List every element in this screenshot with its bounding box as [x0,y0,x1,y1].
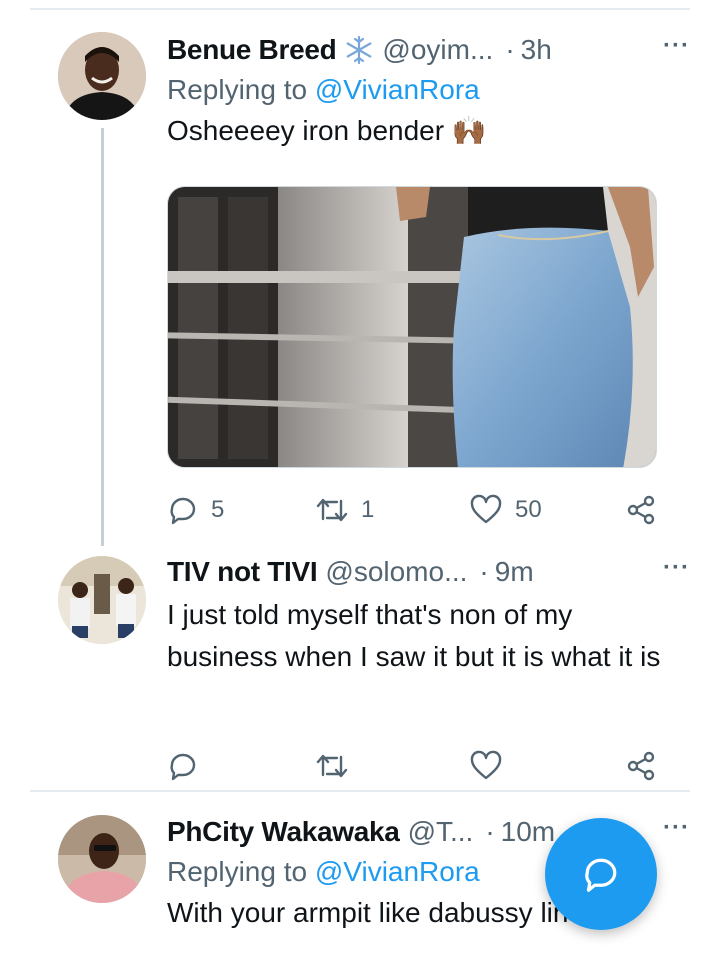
tweet-content: TIV not TIVI @solomo... · 9m ··· I just … [167,554,690,781]
replying-to: Replying to @VivianRora [167,72,690,108]
like-button[interactable] [469,748,503,784]
more-options-button[interactable]: ··· [663,814,690,842]
reply-mention-link[interactable]: @VivianRora [315,856,480,887]
replying-to-label: Replying to [167,856,308,887]
tweet-image[interactable] [167,186,657,468]
thread-line [101,128,104,546]
replying-to-label: Replying to [167,74,308,105]
tweet-tiv-not-tivi[interactable]: TIV not TIVI @solomo... · 9m ··· I just … [0,548,720,788]
share-button[interactable] [625,492,657,528]
retweet-icon [316,754,348,778]
tweet-header: Benue Breed @oyim... · 3h [167,32,690,68]
more-options-button[interactable]: ··· [663,32,690,60]
display-name[interactable]: TIV not TIVI [167,554,318,590]
handle[interactable]: @T... [408,814,474,850]
timestamp[interactable]: 10m [501,814,555,850]
reply-button[interactable] [167,748,199,784]
tweet-content: Benue Breed @oyim... · 3h ··· Replying t… [167,32,690,525]
like-button[interactable]: 50 [469,492,542,528]
display-name[interactable]: Benue Breed [167,32,337,68]
reply-mention-link[interactable]: @VivianRora [315,74,480,105]
heart-icon [470,750,502,780]
avatar-photo [58,815,146,903]
more-options-button[interactable]: ··· [663,554,690,582]
tweet-photo [168,187,656,467]
handle[interactable]: @oyim... [382,32,493,68]
like-count: 50 [515,496,542,523]
reply-icon [170,497,196,525]
tweet-actions: 5 1 50 [167,492,667,528]
avatar-photo [58,556,146,644]
retweet-button[interactable]: 1 [315,492,374,528]
reply-icon [170,753,196,781]
separator-dot: · [485,816,495,847]
separator-dot: · [479,556,489,587]
tweet-actions [167,748,667,784]
tweet-header: TIV not TIVI @solomo... · 9m [167,554,690,590]
share-icon [627,751,655,781]
retweet-count: 1 [361,496,375,523]
heart-icon [470,494,502,524]
timestamp[interactable]: 9m [495,554,534,590]
tweet-text: Osheeeey iron bender 🙌🏾 [167,115,487,146]
avatar[interactable] [58,556,146,644]
compose-reply-icon [585,858,617,892]
handle[interactable]: @solomo... [325,554,467,590]
compose-reply-button[interactable] [545,818,657,930]
tweet-divider [30,790,690,792]
snowflake-icon [344,35,374,65]
avatar[interactable] [58,815,146,903]
separator-dot: · [505,34,515,65]
timestamp[interactable]: 3h [521,32,552,68]
reply-count: 5 [211,496,225,523]
tweet-benue-breed[interactable]: Benue Breed @oyim... · 3h ··· Replying t… [0,20,720,546]
avatar[interactable] [58,32,146,120]
display-name[interactable]: PhCity Wakawaka [167,814,400,850]
retweet-icon [316,498,348,522]
share-icon [627,495,655,525]
avatar-photo [58,32,146,120]
retweet-button[interactable] [315,748,349,784]
share-button[interactable] [625,748,657,784]
top-divider [30,8,690,10]
reply-button[interactable]: 5 [167,492,224,528]
tweet-text: I just told myself that's non of my busi… [167,599,661,672]
